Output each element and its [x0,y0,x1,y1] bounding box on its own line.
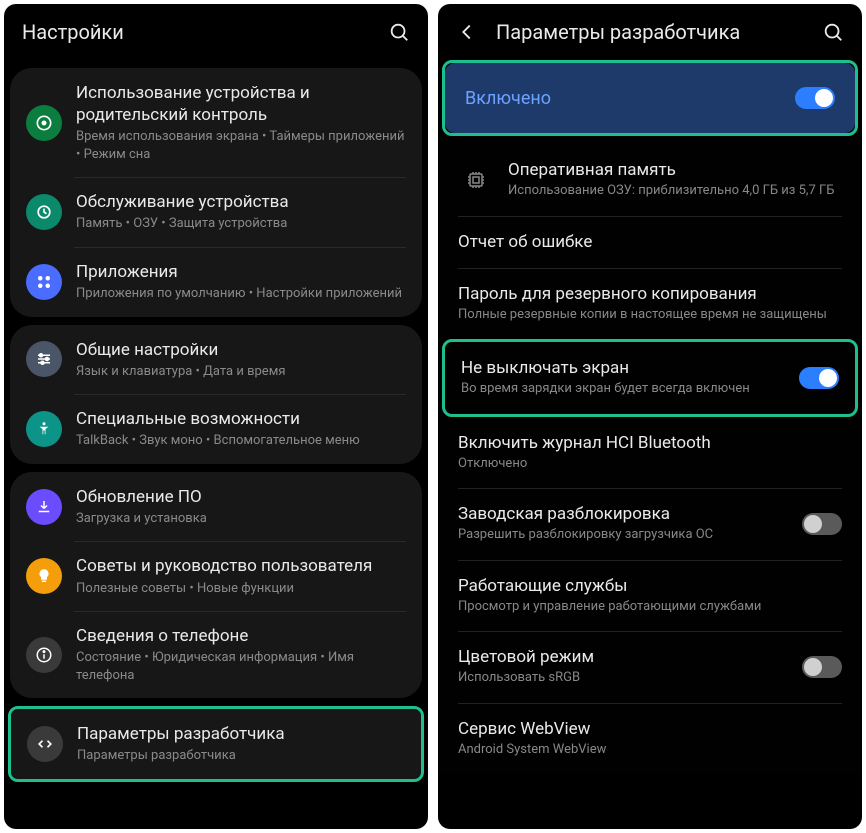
tips-icon [26,558,62,594]
row-subtitle: Отключено [458,455,842,473]
row-subtitle: Использование ОЗУ: приблизительно 4,0 ГБ… [508,182,842,200]
row-title: Параметры разработчика [77,723,405,745]
row-subtitle: Время использования экрана • Таймеры при… [76,128,406,163]
row-bug-report[interactable]: Отчет об ошибке [438,216,862,268]
settings-row-general[interactable]: Общие настройки Язык и клавиатура • Дата… [10,325,422,395]
search-icon[interactable] [822,21,844,43]
row-subtitle: Параметры разработчика [77,747,405,765]
settings-row-apps[interactable]: Приложения Приложения по умолчанию • Нас… [10,247,422,317]
row-title: Советы и руководство пользователя [76,555,406,577]
enabled-toggle[interactable] [795,87,835,109]
memory-icon [458,162,494,198]
settings-row-update[interactable]: Обновление ПО Загрузка и установка [10,472,422,542]
row-subtitle: Во время зарядки экран будет всегда вклю… [461,380,799,398]
highlight-enabled-toggle: Включено [442,60,858,136]
developer-options-screen: Параметры разработчика Включено Оператив… [438,4,862,829]
row-title: Включить журнал HCI Bluetooth [458,433,842,453]
settings-row-about[interactable]: Сведения о телефоне Состояние • Юридичес… [10,611,422,698]
page-title: Параметры разработчика [496,20,822,44]
row-subtitle: TalkBack • Звук моно • Вспомогательное м… [76,432,406,450]
search-icon[interactable] [388,21,410,43]
row-title: Использование устройства и родительский … [76,82,406,126]
highlight-developer-options: Параметры разработчика Параметры разрабо… [8,706,424,782]
row-title: Приложения [76,261,406,283]
settings-row-developer-options[interactable]: Параметры разработчика Параметры разрабо… [11,709,421,779]
row-title: Обслуживание устройства [76,191,406,213]
row-bluetooth-hci[interactable]: Включить журнал HCI Bluetooth Отключено [438,417,862,489]
row-subtitle: Использовать sRGB [458,669,802,687]
settings-screen: Настройки Использование устройства и род… [4,4,428,829]
settings-group: Использование устройства и родительский … [10,68,422,317]
row-memory[interactable]: Оперативная память Использование ОЗУ: пр… [438,144,862,216]
back-icon[interactable] [456,21,478,43]
row-subtitle: Язык и клавиатура • Дата и время [76,363,406,381]
developer-list: Оперативная память Использование ОЗУ: пр… [438,136,862,774]
row-title: Обновление ПО [76,486,406,508]
row-subtitle: Полезные советы • Новые функции [76,580,406,598]
row-title: Цветовой режим [458,647,802,667]
apps-icon [26,264,62,300]
update-icon [26,489,62,525]
row-title: Сведения о телефоне [76,625,406,647]
settings-group: Обновление ПО Загрузка и установка Совет… [10,472,422,698]
row-oem-unlock[interactable]: Заводская разблокировка Разрешить разбло… [438,488,862,560]
row-subtitle: Состояние • Юридическая информация • Имя… [76,649,406,684]
row-backup-password[interactable]: Пароль для резервного копирования Полные… [438,268,862,340]
row-subtitle: Разрешить разблокировку загрузчика ОС [458,526,802,544]
row-title: Работающие службы [458,576,842,596]
row-title: Пароль для резервного копирования [458,284,842,304]
oem-unlock-toggle[interactable] [802,513,842,535]
about-icon [26,637,62,673]
accessibility-icon [26,411,62,447]
row-title: Сервис WebView [458,719,842,739]
row-subtitle: Android System WebView [458,741,842,759]
settings-row-care[interactable]: Обслуживание устройства Память • ОЗУ • З… [10,177,422,247]
row-stay-awake[interactable]: Не выключать экран Во время зарядки экра… [445,342,855,414]
settings-row-tips[interactable]: Советы и руководство пользователя Полезн… [10,541,422,611]
row-title: Отчет об ошибке [458,232,842,252]
row-title: Специальные возможности [76,408,406,430]
topbar: Параметры разработчика [438,4,862,60]
row-running-services[interactable]: Работающие службы Просмотр и управление … [438,560,862,632]
usage-icon [26,105,62,141]
row-subtitle: Приложения по умолчанию • Настройки прил… [76,285,406,303]
enabled-card[interactable]: Включено [445,63,855,133]
enabled-label: Включено [465,88,551,109]
highlight-stay-awake: Не выключать экран Во время зарядки экра… [442,339,858,417]
row-title: Не выключать экран [461,358,799,378]
dev-icon [27,726,63,762]
row-subtitle: Полные резервные копии в настоящее время… [458,306,842,324]
care-icon [26,194,62,230]
settings-row-usage[interactable]: Использование устройства и родительский … [10,68,422,177]
row-title: Заводская разблокировка [458,504,802,524]
row-subtitle: Просмотр и управление работающими служба… [458,598,842,616]
row-title: Оперативная память [508,160,842,180]
topbar: Настройки [4,4,428,60]
color-mode-toggle[interactable] [802,656,842,678]
row-color-mode[interactable]: Цветовой режим Использовать sRGB [438,631,862,703]
row-webview[interactable]: Сервис WebView Android System WebView [438,703,862,775]
settings-row-accessibility[interactable]: Специальные возможности TalkBack • Звук … [10,394,422,464]
row-title: Общие настройки [76,339,406,361]
general-icon [26,341,62,377]
stay-awake-toggle[interactable] [799,367,839,389]
page-title: Настройки [22,20,388,44]
row-subtitle: Память • ОЗУ • Защита устройства [76,215,406,233]
row-subtitle: Загрузка и установка [76,510,406,528]
settings-group: Общие настройки Язык и клавиатура • Дата… [10,325,422,464]
